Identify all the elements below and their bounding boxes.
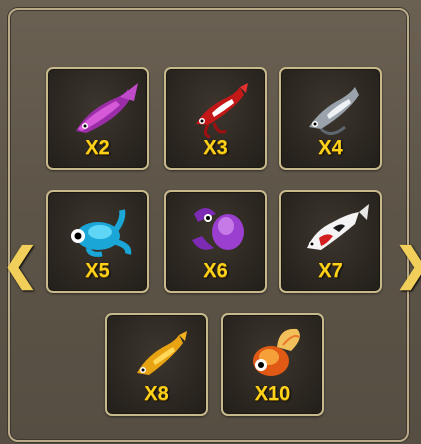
payout-card-1[interactable]: X2: [46, 67, 149, 170]
prev-page-arrow[interactable]: ❮: [2, 243, 39, 287]
payout-card-4[interactable]: X5: [46, 190, 149, 293]
multiplier-label: X2: [85, 137, 110, 159]
multiplier-label: X6: [203, 260, 228, 282]
payout-card-3[interactable]: X4: [279, 67, 382, 170]
multiplier-label: X3: [203, 137, 228, 159]
multiplier-label: X5: [85, 260, 110, 282]
multiplier-label: X7: [318, 260, 343, 282]
payout-card-2[interactable]: X3: [164, 67, 267, 170]
next-page-arrow[interactable]: ❯: [394, 243, 421, 287]
payout-card-8[interactable]: X10: [221, 313, 324, 416]
multiplier-label: X10: [254, 383, 291, 405]
payout-card-7[interactable]: X8: [105, 313, 208, 416]
payout-card-5[interactable]: X6: [164, 190, 267, 293]
multiplier-label: X4: [318, 137, 343, 159]
payout-card-6[interactable]: X7: [279, 190, 382, 293]
multiplier-label: X8: [144, 383, 169, 405]
